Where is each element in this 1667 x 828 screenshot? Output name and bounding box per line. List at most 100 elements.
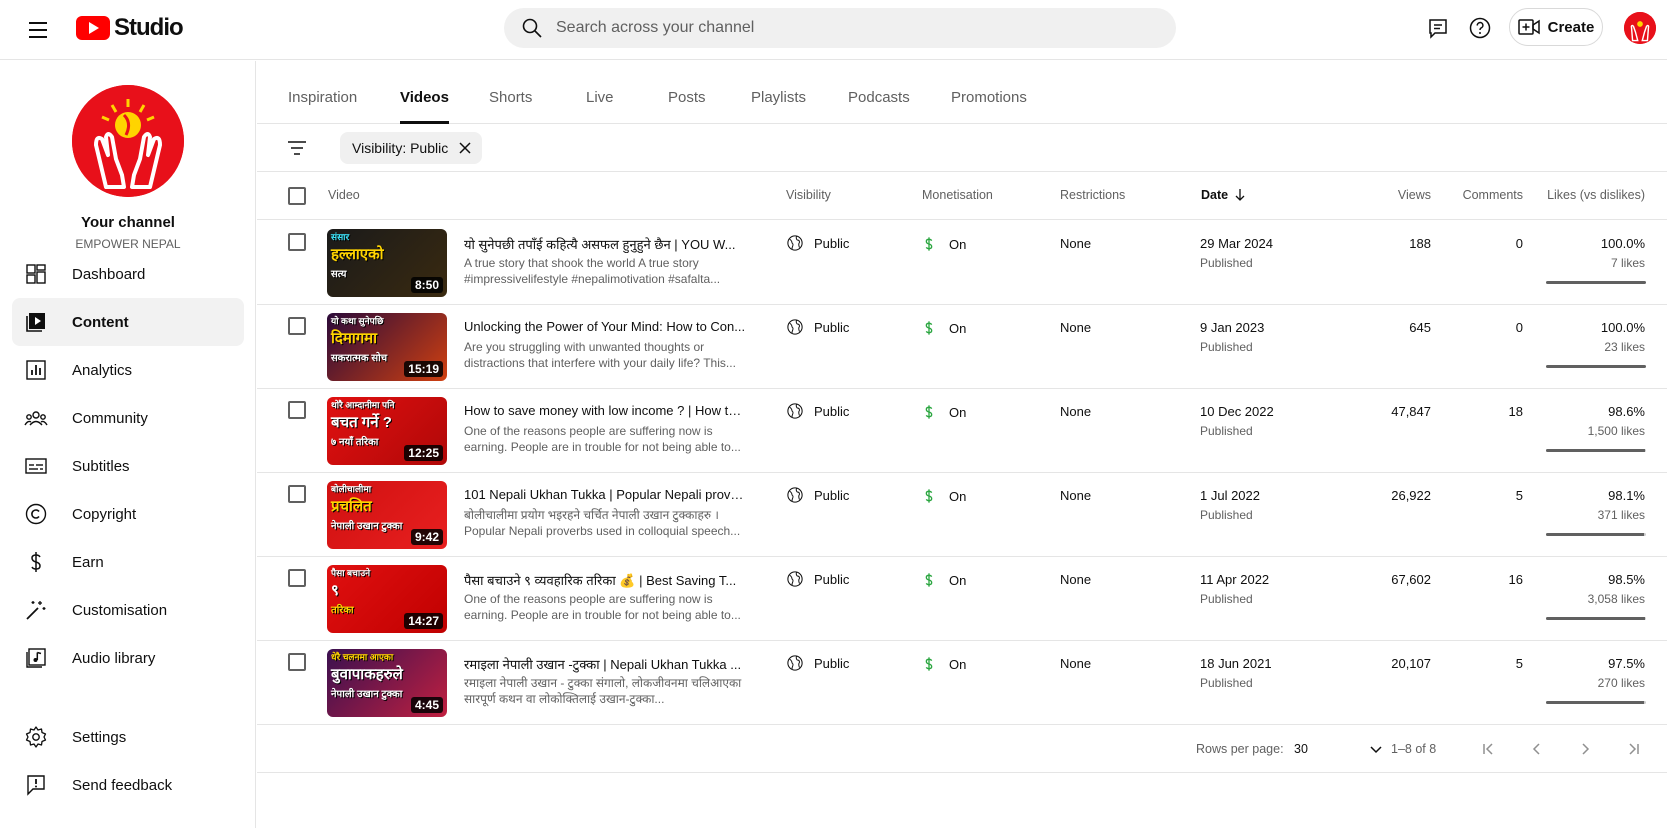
monetisation-cell[interactable]: On <box>921 318 966 338</box>
comments-cell[interactable]: 5 <box>1451 656 1523 671</box>
visibility-cell[interactable]: Public <box>786 402 849 420</box>
sidebar-item-audio-library[interactable]: Audio library <box>12 634 244 682</box>
row-checkbox[interactable] <box>288 317 306 335</box>
row-checkbox[interactable] <box>288 569 306 587</box>
visibility-cell[interactable]: Public <box>786 486 849 504</box>
video-thumbnail[interactable]: संसार हल्लाएको सत्य 8:50 <box>327 229 447 297</box>
sidebar-item-customisation[interactable]: Customisation <box>12 586 244 634</box>
close-icon[interactable] <box>458 141 472 155</box>
studio-logo[interactable]: Studio <box>76 14 184 42</box>
table-row[interactable]: पैसा बचाउने ९ तरिका 14:27 पैसा बचाउने ९ व्यव… <box>257 557 1667 641</box>
sidebar-item-settings[interactable]: Settings <box>12 713 244 761</box>
views-cell[interactable]: 47,847 <box>1361 404 1431 419</box>
last-page-icon[interactable] <box>1621 737 1645 761</box>
create-button[interactable]: Create <box>1509 8 1603 46</box>
monetisation-cell[interactable]: On <box>921 486 966 506</box>
video-thumbnail[interactable]: बोलीचालीमा प्रचलित नेपाली उखान टुक्का 9:42 <box>327 481 447 549</box>
sidebar-item-community[interactable]: Community <box>12 394 244 442</box>
monetisation-cell[interactable]: On <box>921 654 966 674</box>
sidebar-item-send-feedback[interactable]: Send feedback <box>12 761 244 809</box>
search-input[interactable] <box>556 19 1136 37</box>
help-icon[interactable] <box>1468 16 1492 40</box>
tab-playlists[interactable]: Playlists <box>751 89 806 124</box>
comments-cell[interactable]: 0 <box>1451 320 1523 335</box>
sidebar-item-content[interactable]: Content <box>12 298 244 346</box>
first-page-icon[interactable] <box>1477 737 1501 761</box>
video-title[interactable]: 101 Nepali Ukhan Tukka | Popular Nepali … <box>464 487 746 502</box>
monetisation-cell[interactable]: On <box>921 402 966 422</box>
monetisation-cell[interactable]: On <box>921 570 966 590</box>
tab-videos[interactable]: Videos <box>400 89 449 124</box>
views-cell[interactable]: 20,107 <box>1361 656 1431 671</box>
menu-icon[interactable] <box>26 18 50 42</box>
row-checkbox[interactable] <box>288 233 306 251</box>
header-date-sort[interactable]: Date <box>1201 188 1246 202</box>
video-description: One of the reasons people are suffering … <box>464 424 741 454</box>
table-row[interactable]: यो कथा सुनेपछि दिमागमा सकरात्मक सोच 15:19 Un… <box>257 305 1667 389</box>
tab-shorts[interactable]: Shorts <box>489 89 532 124</box>
views-cell[interactable]: 188 <box>1361 236 1431 251</box>
table-row[interactable]: बोलीचालीमा प्रचलित नेपाली उखान टुक्का 9:42 1… <box>257 473 1667 557</box>
row-checkbox[interactable] <box>288 401 306 419</box>
sidebar-item-subtitles[interactable]: Subtitles <box>12 442 244 490</box>
visibility-filter-chip[interactable]: Visibility: Public <box>340 132 483 164</box>
account-avatar[interactable] <box>1624 12 1656 44</box>
monetisation-cell[interactable]: On <box>921 234 966 254</box>
sidebar-item-earn[interactable]: Earn <box>12 538 244 586</box>
status-cell: Published <box>1200 424 1253 438</box>
tab-podcasts[interactable]: Podcasts <box>848 89 910 124</box>
rows-per-page-select[interactable]: 30 <box>1294 737 1384 761</box>
visibility-cell[interactable]: Public <box>786 570 849 588</box>
tab-promotions[interactable]: Promotions <box>951 89 1027 124</box>
header-video: Video <box>328 188 360 202</box>
comments-cell[interactable]: 16 <box>1451 572 1523 587</box>
video-thumbnail[interactable]: यो कथा सुनेपछि दिमागमा सकरात्मक सोच 15:19 <box>327 313 447 381</box>
video-thumbnail[interactable]: धेरै चलनमा आएका बुवापाकहरुले नेपाली उखान ट… <box>327 649 447 717</box>
previous-page-icon[interactable] <box>1525 737 1549 761</box>
comments-cell[interactable]: 5 <box>1451 488 1523 503</box>
sidebar-item-label: Copyright <box>72 505 137 523</box>
video-description: Are you struggling with unwanted thought… <box>464 340 736 370</box>
restrictions-cell: None <box>1060 488 1092 503</box>
comment-icon[interactable] <box>1426 16 1450 40</box>
comments-cell[interactable]: 18 <box>1451 404 1523 419</box>
pagination-bar: Rows per page: 30 1–8 of 8 <box>257 725 1667 773</box>
row-checkbox[interactable] <box>288 485 306 503</box>
row-checkbox[interactable] <box>288 653 306 671</box>
tab-live[interactable]: Live <box>586 89 614 124</box>
visibility-label: Public <box>814 403 850 419</box>
sidebar-item-analytics[interactable]: Analytics <box>12 346 244 394</box>
table-row[interactable]: संसार हल्लाएको सत्य 8:50 यो सुनेपछी तपाँई कह… <box>257 221 1667 305</box>
thumbnail-text: पैसा बचाउने <box>331 568 371 578</box>
views-cell[interactable]: 26,922 <box>1361 488 1431 503</box>
visibility-cell[interactable]: Public <box>786 234 849 252</box>
table-row[interactable]: धेरै चलनमा आएका बुवापाकहरुले नेपाली उखान ट… <box>257 641 1667 725</box>
video-title[interactable]: रमाइला नेपाली उखान -टुक्का | Nepali Ukha… <box>464 655 746 673</box>
search-bar[interactable] <box>504 8 1176 48</box>
next-page-icon[interactable] <box>1573 737 1597 761</box>
sidebar-item-copyright[interactable]: Copyright <box>12 490 244 538</box>
sidebar-item-dashboard[interactable]: Dashboard <box>12 250 244 298</box>
likes-ratio-bar <box>1546 533 1646 536</box>
views-cell[interactable]: 67,602 <box>1361 572 1431 587</box>
table-row[interactable]: थोरै आम्दानीमा पनि बचत गर्ने ? ७ नयाँ तरिक… <box>257 389 1667 473</box>
video-title[interactable]: पैसा बचाउने ९ व्यवहारिक तरिका 💰 | Best S… <box>464 571 746 589</box>
select-all-checkbox[interactable] <box>288 187 306 205</box>
video-title[interactable]: यो सुनेपछी तपाँई कहित्यै असफल हुनुहुने छ… <box>464 235 746 253</box>
video-thumbnail[interactable]: पैसा बचाउने ९ तरिका 14:27 <box>327 565 447 633</box>
channel-avatar[interactable] <box>72 85 184 197</box>
tab-inspiration[interactable]: Inspiration <box>288 89 357 124</box>
thumbnail-text: नेपाली उखान टुक्का <box>331 521 403 532</box>
visibility-cell[interactable]: Public <box>786 654 849 672</box>
filter-icon[interactable] <box>285 136 309 160</box>
video-title[interactable]: How to save money with low income ? | Ho… <box>464 403 746 418</box>
comments-cell[interactable]: 0 <box>1451 236 1523 251</box>
monetisation-label: On <box>949 488 967 504</box>
copyright-icon <box>25 503 47 525</box>
tab-posts[interactable]: Posts <box>668 89 706 124</box>
views-cell[interactable]: 645 <box>1361 320 1431 335</box>
visibility-cell[interactable]: Public <box>786 318 849 336</box>
video-thumbnail[interactable]: थोरै आम्दानीमा पनि बचत गर्ने ? ७ नयाँ तरिक… <box>327 397 447 465</box>
video-title[interactable]: Unlocking the Power of Your Mind: How to… <box>464 319 746 334</box>
thumbnail-text: धेरै चलनमा आएका <box>331 652 394 662</box>
